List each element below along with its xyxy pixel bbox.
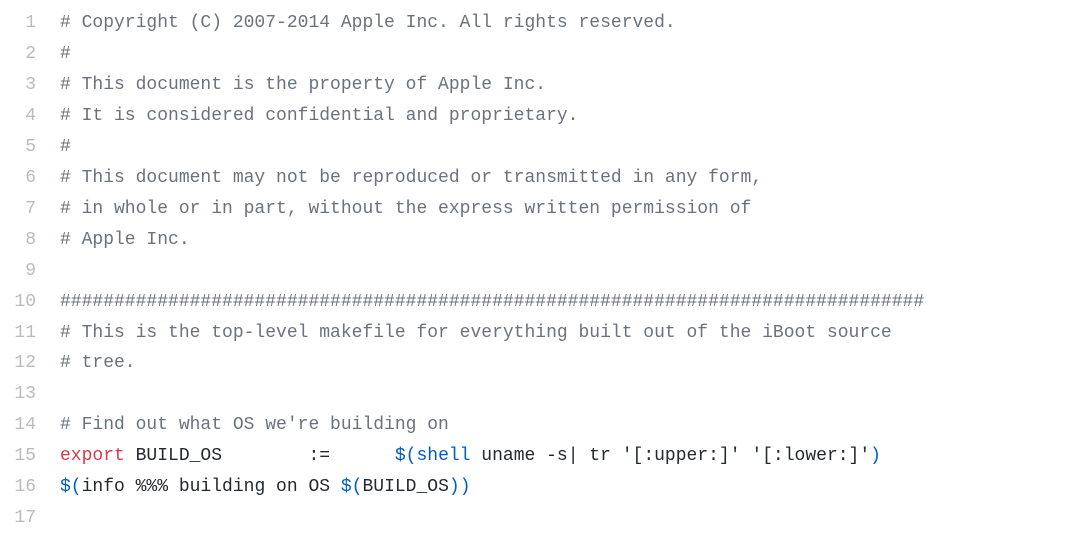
line-number: 16 bbox=[0, 472, 60, 503]
line-content: $(info %%% building on OS $(BUILD_OS)) bbox=[60, 472, 1080, 503]
token: ########################################… bbox=[60, 292, 924, 312]
line-number: 8 bbox=[0, 225, 60, 256]
line-number: 6 bbox=[0, 163, 60, 194]
token: uname -s| tr '[:upper:]' '[:lower:]' bbox=[470, 446, 870, 466]
code-line: 17 bbox=[0, 503, 1080, 534]
code-line: 7# in whole or in part, without the expr… bbox=[0, 194, 1080, 225]
line-content: ########################################… bbox=[60, 287, 1080, 318]
code-line: 4# It is considered confidential and pro… bbox=[0, 101, 1080, 132]
token: BUILD_OS bbox=[362, 477, 448, 497]
code-line: 15export BUILD_OS := $(shell uname -s| t… bbox=[0, 441, 1080, 472]
token: # It is considered confidential and prop… bbox=[60, 106, 578, 126]
line-content: # tree. bbox=[60, 348, 1080, 379]
token: $( bbox=[341, 477, 363, 497]
code-line: 5# bbox=[0, 132, 1080, 163]
token: ) bbox=[870, 446, 881, 466]
line-number: 9 bbox=[0, 256, 60, 287]
line-content bbox=[60, 256, 1080, 287]
line-number: 12 bbox=[0, 348, 60, 379]
line-number: 10 bbox=[0, 287, 60, 318]
code-line: 13 bbox=[0, 379, 1080, 410]
line-number: 14 bbox=[0, 410, 60, 441]
code-line: 16$(info %%% building on OS $(BUILD_OS)) bbox=[0, 472, 1080, 503]
line-content: # Copyright (C) 2007-2014 Apple Inc. All… bbox=[60, 8, 1080, 39]
token: # in whole or in part, without the expre… bbox=[60, 199, 751, 219]
line-content bbox=[60, 379, 1080, 410]
code-line: 8# Apple Inc. bbox=[0, 225, 1080, 256]
code-line: 2# bbox=[0, 39, 1080, 70]
token: # bbox=[60, 137, 71, 157]
token: BUILD_OS := bbox=[125, 446, 395, 466]
line-content: # bbox=[60, 39, 1080, 70]
code-block: 1# Copyright (C) 2007-2014 Apple Inc. Al… bbox=[0, 8, 1080, 534]
line-number: 4 bbox=[0, 101, 60, 132]
line-number: 7 bbox=[0, 194, 60, 225]
line-content: # bbox=[60, 132, 1080, 163]
token: export bbox=[60, 446, 125, 466]
code-line: 1# Copyright (C) 2007-2014 Apple Inc. Al… bbox=[0, 8, 1080, 39]
line-content bbox=[60, 503, 1080, 534]
token: # tree. bbox=[60, 353, 136, 373]
token: ) bbox=[460, 477, 471, 497]
token: # This is the top-level makefile for eve… bbox=[60, 323, 892, 343]
line-number: 15 bbox=[0, 441, 60, 472]
line-number: 2 bbox=[0, 39, 60, 70]
line-content: # Find out what OS we're building on bbox=[60, 410, 1080, 441]
token: $( bbox=[60, 477, 82, 497]
code-line: 14# Find out what OS we're building on bbox=[0, 410, 1080, 441]
code-line: 10######################################… bbox=[0, 287, 1080, 318]
token: shell bbox=[416, 446, 470, 466]
code-line: 3# This document is the property of Appl… bbox=[0, 70, 1080, 101]
line-content: export BUILD_OS := $(shell uname -s| tr … bbox=[60, 441, 1080, 472]
token: # Apple Inc. bbox=[60, 230, 190, 250]
token: # This document may not be reproduced or… bbox=[60, 168, 762, 188]
line-content: # This document is the property of Apple… bbox=[60, 70, 1080, 101]
token: # This document is the property of Apple… bbox=[60, 75, 546, 95]
line-content: # It is considered confidential and prop… bbox=[60, 101, 1080, 132]
line-number: 11 bbox=[0, 318, 60, 349]
token: # bbox=[60, 44, 71, 64]
code-line: 9 bbox=[0, 256, 1080, 287]
token: # Find out what OS we're building on bbox=[60, 415, 449, 435]
token: info %%% building on OS bbox=[82, 477, 341, 497]
line-number: 5 bbox=[0, 132, 60, 163]
code-line: 12# tree. bbox=[0, 348, 1080, 379]
line-content: # This document may not be reproduced or… bbox=[60, 163, 1080, 194]
line-number: 13 bbox=[0, 379, 60, 410]
code-line: 6# This document may not be reproduced o… bbox=[0, 163, 1080, 194]
token: $( bbox=[395, 446, 417, 466]
line-content: # in whole or in part, without the expre… bbox=[60, 194, 1080, 225]
line-content: # Apple Inc. bbox=[60, 225, 1080, 256]
line-content: # This is the top-level makefile for eve… bbox=[60, 318, 1080, 349]
token: ) bbox=[449, 477, 460, 497]
line-number: 1 bbox=[0, 8, 60, 39]
code-line: 11# This is the top-level makefile for e… bbox=[0, 318, 1080, 349]
token: # Copyright (C) 2007-2014 Apple Inc. All… bbox=[60, 13, 676, 33]
line-number: 17 bbox=[0, 503, 60, 534]
line-number: 3 bbox=[0, 70, 60, 101]
